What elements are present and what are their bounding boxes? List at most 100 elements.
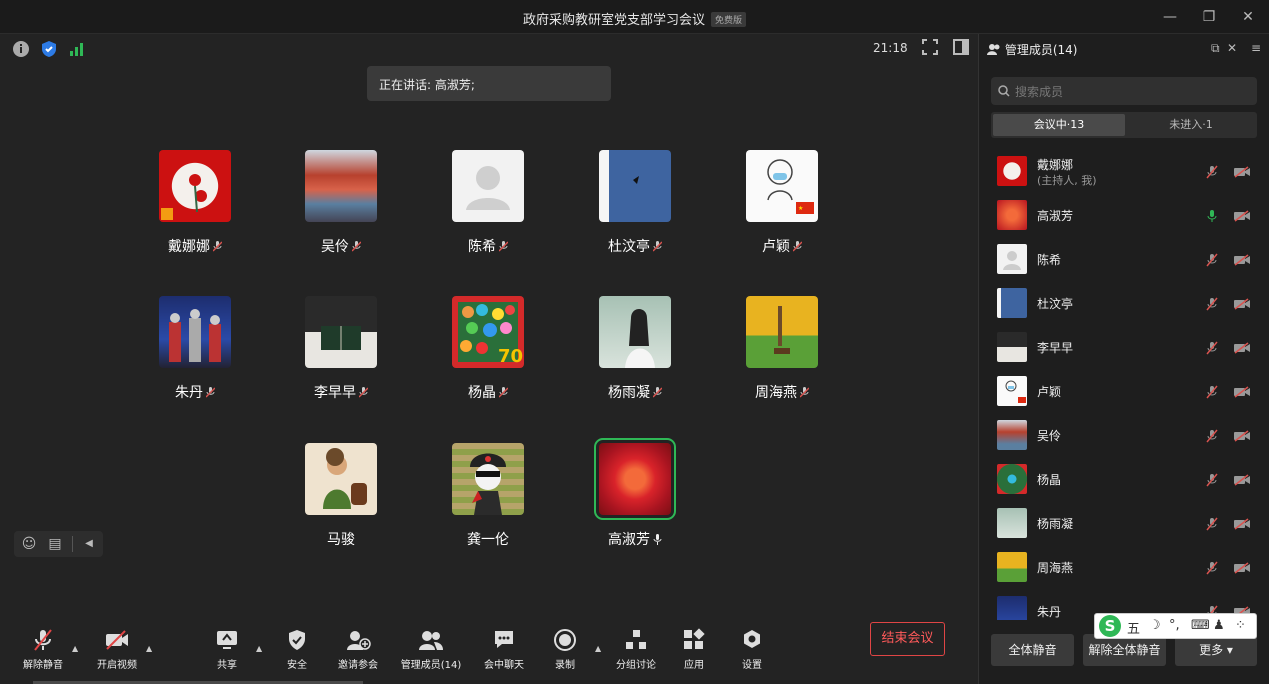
tab-in-meeting[interactable]: 会议中·13 [993,114,1125,136]
mic-muted-icon[interactable] [1205,429,1219,443]
apps-icon [684,628,705,649]
participant-tile[interactable]: 吴伶 [286,150,396,256]
search-input[interactable]: 搜索成员 [991,77,1257,105]
title-bar: 政府采购教研室党支部学习会议 免费版 — ❐ ✕ [0,0,1269,34]
mic-muted-icon[interactable] [1205,385,1219,399]
fullscreen-icon[interactable] [922,39,938,55]
participant-name: 陈希 [433,236,543,256]
mic-muted-icon[interactable] [1205,165,1219,179]
ime-logo-icon[interactable]: S [1099,615,1121,637]
host-label: (主持人, 我) [1037,174,1097,187]
svg-text:★: ★ [798,205,803,212]
start-video-button[interactable]: 开启视频 [82,628,152,671]
security-button[interactable]: 安全 [262,628,332,671]
participant-tile[interactable]: ★ 卢颖 [727,150,837,256]
camera-off-icon[interactable] [1233,342,1251,354]
punctuation-icon[interactable]: °, [1169,618,1180,633]
camera-off-icon[interactable] [1233,210,1251,222]
mic-muted-icon [206,387,215,398]
shield-icon[interactable] [40,40,58,58]
maximize-button[interactable]: ❐ [1198,6,1220,28]
avatar [599,296,671,368]
list-item[interactable]: 吴伶 [979,414,1269,458]
ime-toolbar[interactable]: S 五 ☽ °, ⌨ ♟ ⁘ [1094,613,1257,639]
tab-not-joined[interactable]: 未进入·1 [1125,114,1257,136]
mic-muted-icon [499,241,508,252]
end-meeting-button[interactable]: 结束会议 [870,622,945,656]
popout-icon[interactable]: ⧉ [1211,41,1220,56]
participant-tile[interactable]: 戴娜娜 [140,150,250,256]
unmute-button[interactable]: 解除静音 [8,628,78,671]
list-item[interactable]: 杜汶亭 [979,282,1269,326]
info-icon[interactable] [12,40,30,58]
camera-off-icon[interactable] [1233,166,1251,178]
camera-off-icon[interactable] [1233,430,1251,442]
mic-muted-icon[interactable] [1205,561,1219,575]
participant-tile-active-speaker[interactable]: 高淑芳 [580,438,690,549]
ime-mode-wubi[interactable]: 五 [1127,618,1140,637]
camera-off-icon[interactable] [1233,254,1251,266]
mic-muted-icon[interactable] [1205,297,1219,311]
share-screen-icon [217,631,237,649]
add-user-icon [347,631,371,650]
mic-muted-icon[interactable] [1205,517,1219,531]
moon-icon[interactable]: ☽ [1149,618,1161,633]
participant-tile[interactable]: 杨雨凝 [580,296,690,402]
invite-button[interactable]: 邀请参会 [323,628,393,671]
list-item[interactable]: 卢颖 [979,370,1269,414]
chat-bubble-icon[interactable]: ▤ [46,535,64,553]
mic-muted-icon [653,241,662,252]
list-item[interactable]: 戴娜娜 (主持人, 我) [979,150,1269,194]
participant-tile[interactable]: 周海燕 [727,296,837,402]
list-item[interactable]: 高淑芳 [979,194,1269,238]
mic-muted-icon[interactable] [1205,473,1219,487]
mic-muted-icon [793,241,802,252]
close-panel-icon[interactable]: ✕ [1227,41,1237,55]
participant-tile[interactable]: 龚一伦 [433,443,543,549]
grid-icon[interactable]: ⁘ [1235,618,1246,633]
minimize-button[interactable]: — [1159,6,1181,28]
menu-icon[interactable]: ≡ [1251,41,1261,55]
shield-check-icon [289,630,305,650]
collapse-left-icon[interactable]: ◀ [80,535,98,553]
camera-off-icon[interactable] [1233,298,1251,310]
list-item[interactable]: 李早早 [979,326,1269,370]
camera-off-icon[interactable] [1233,562,1251,574]
user-icon[interactable]: ♟ [1213,618,1225,633]
avatar [452,443,524,515]
video-options-caret[interactable]: ▲ [146,644,154,653]
keyboard-icon[interactable]: ⌨ [1191,618,1210,633]
manage-members-button[interactable]: 管理成员(14) [395,628,467,671]
record-button[interactable]: 录制 [530,628,600,671]
emoji-icon[interactable]: ☺ [20,535,38,553]
list-item[interactable]: 陈希 [979,238,1269,282]
share-button[interactable]: 共享 [192,628,262,671]
camera-off-icon[interactable] [1233,518,1251,530]
participant-tile[interactable]: 马骏 [286,443,396,549]
mic-muted-icon [359,387,368,398]
participant-tile[interactable]: 70 杨晶 [433,296,543,402]
participant-tile[interactable]: 杜汶亭 [580,150,690,256]
mic-muted-icon[interactable] [1205,253,1219,267]
panel-title: 管理成员(14) [987,41,1077,58]
mute-all-button[interactable]: 全体静音 [991,634,1074,666]
layout-icon[interactable] [953,39,969,55]
mic-on-icon[interactable] [1205,209,1219,223]
list-item[interactable]: 周海燕 [979,546,1269,590]
signal-icon[interactable] [68,40,86,58]
camera-off-icon[interactable] [1233,386,1251,398]
list-item[interactable]: 杨晶 [979,458,1269,502]
audio-options-caret[interactable]: ▲ [72,644,80,653]
participant-tile[interactable]: 陈希 [433,150,543,256]
avatar: 70 [452,296,524,368]
list-item[interactable]: 杨雨凝 [979,502,1269,546]
camera-off-icon[interactable] [1233,474,1251,486]
close-button[interactable]: ✕ [1237,6,1259,28]
chat-button[interactable]: 会中聊天 [469,628,539,671]
participant-name: 朱丹 [140,382,250,402]
meeting-clock: 21:18 [873,41,908,55]
participant-tile[interactable]: 朱丹 [140,296,250,402]
mic-muted-icon[interactable] [1205,341,1219,355]
settings-button[interactable]: 设置 [717,628,787,671]
participant-tile[interactable]: 李早早 [286,296,396,402]
